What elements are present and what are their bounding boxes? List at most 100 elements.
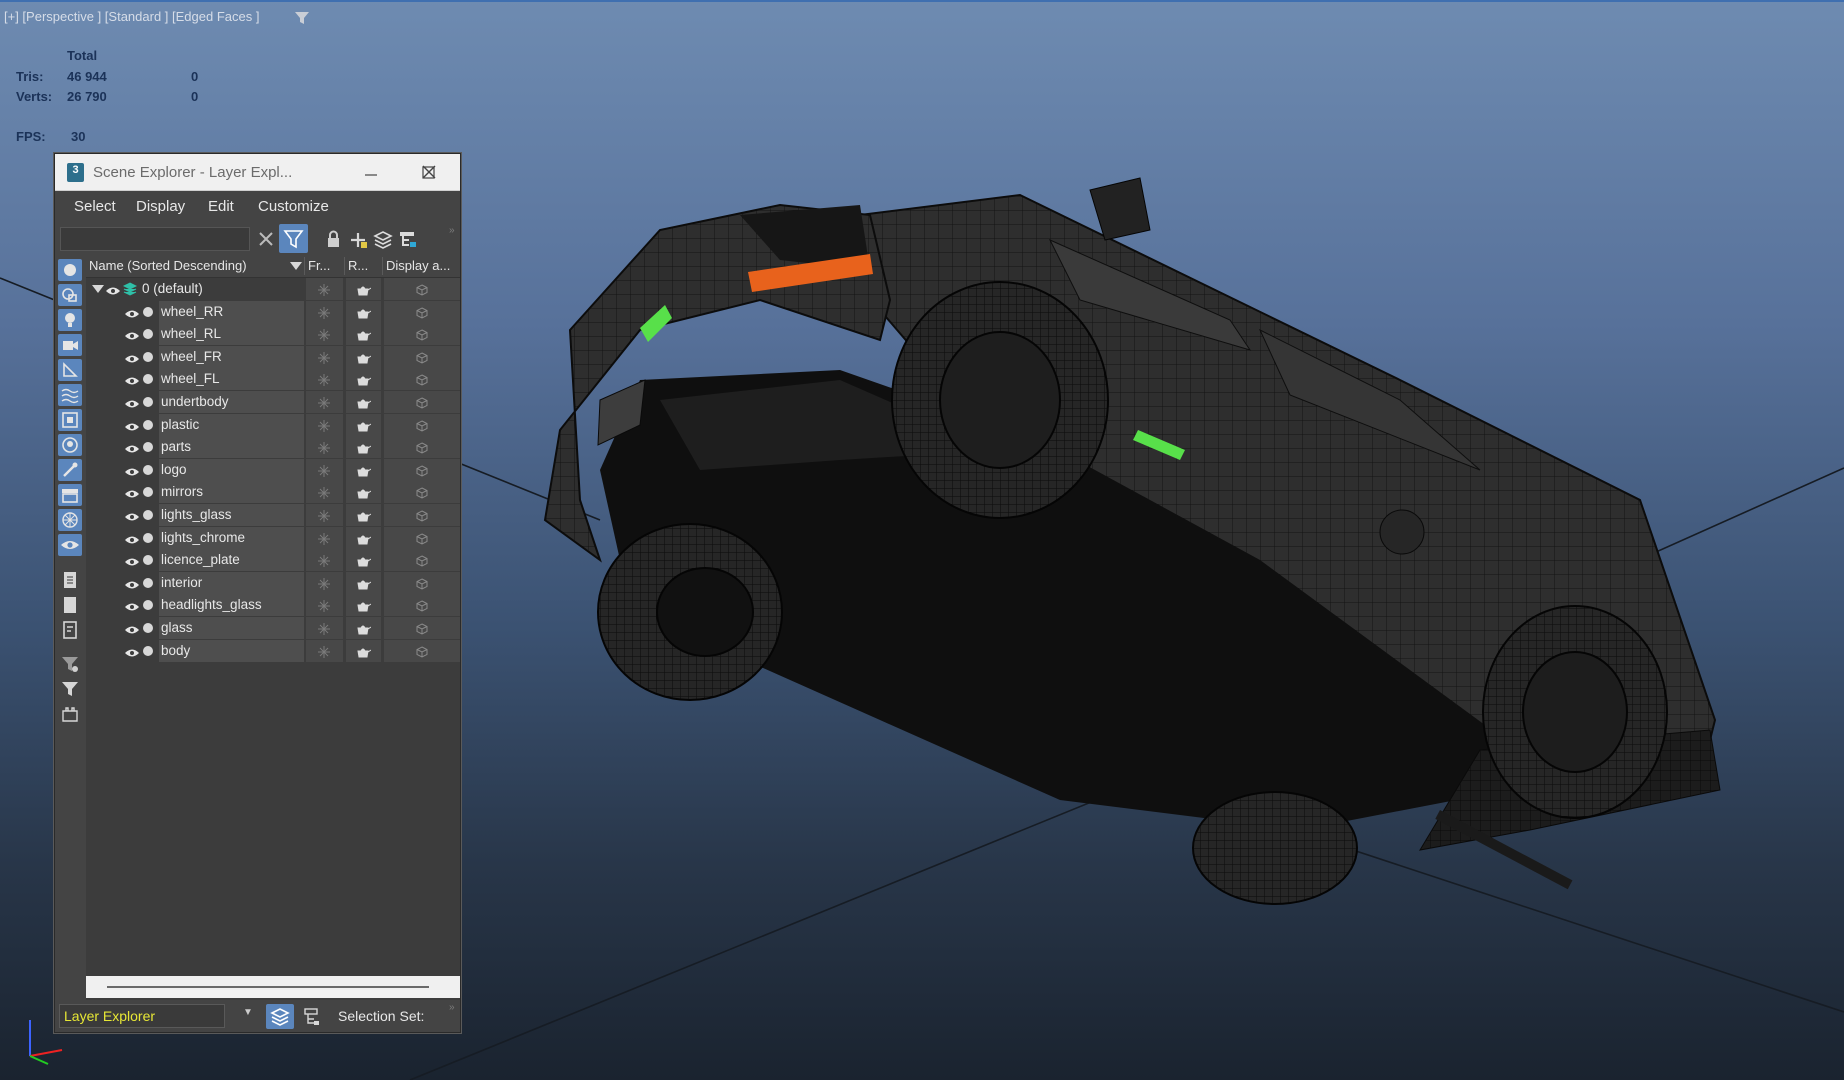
layer-row[interactable]: headlights_glass <box>86 594 460 617</box>
menu-edit[interactable]: Edit <box>208 198 234 215</box>
layer-name[interactable]: undertbody <box>161 394 229 409</box>
expand-arrow-icon[interactable] <box>92 285 104 294</box>
layer-name[interactable]: body <box>161 643 190 658</box>
filter-off-icon[interactable] <box>58 653 82 675</box>
render-teapot-icon[interactable] <box>355 645 372 663</box>
render-teapot-icon[interactable] <box>355 441 372 459</box>
layer-name[interactable]: mirrors <box>161 484 203 499</box>
visibility-eye-icon[interactable] <box>125 306 139 324</box>
lock-icon[interactable] <box>322 228 344 250</box>
freeze-snowflake-icon[interactable] <box>318 283 330 301</box>
toolbar-overflow-icon[interactable]: » <box>449 225 455 236</box>
render-teapot-icon[interactable] <box>355 396 372 414</box>
layer-name[interactable]: wheel_FR <box>161 349 222 364</box>
layer-name[interactable]: parts <box>161 439 191 454</box>
display-cube-icon[interactable] <box>416 645 428 663</box>
select-all-icon[interactable] <box>58 569 82 591</box>
layer-row[interactable]: body <box>86 639 460 663</box>
layer-row[interactable]: glass <box>86 617 460 639</box>
visible-icon[interactable] <box>58 534 82 556</box>
explorer-titlebar[interactable]: 3 Scene Explorer - Layer Expl... <box>55 154 460 191</box>
render-teapot-icon[interactable] <box>355 554 372 572</box>
invert-icon[interactable] <box>58 619 82 641</box>
add-layer-icon[interactable] <box>347 228 369 250</box>
layer-name[interactable]: headlights_glass <box>161 597 262 612</box>
spacewarp-icon[interactable] <box>58 384 82 406</box>
visibility-eye-icon[interactable] <box>106 283 120 301</box>
xref-icon[interactable] <box>58 434 82 456</box>
display-cube-icon[interactable] <box>416 419 428 437</box>
minimize-icon[interactable] <box>357 158 385 186</box>
close-icon[interactable] <box>415 158 443 186</box>
visibility-eye-icon[interactable] <box>125 577 139 595</box>
bottom-overflow-icon[interactable]: » <box>449 1002 455 1013</box>
render-teapot-icon[interactable] <box>355 283 372 301</box>
visibility-eye-icon[interactable] <box>125 554 139 572</box>
column-display-header[interactable]: Display a... <box>386 258 460 273</box>
render-teapot-icon[interactable] <box>355 599 372 617</box>
layer-row[interactable]: interior <box>86 571 460 595</box>
layer-row[interactable]: lights_chrome <box>86 526 460 550</box>
visibility-eye-icon[interactable] <box>125 532 139 550</box>
visibility-eye-icon[interactable] <box>125 396 139 414</box>
column-freeze-header[interactable]: Fr... <box>308 258 342 273</box>
header-separator[interactable] <box>382 257 383 275</box>
render-teapot-icon[interactable] <box>355 373 372 391</box>
freeze-snowflake-icon[interactable] <box>318 419 330 437</box>
layer-explorer-mode-button[interactable] <box>266 1004 294 1029</box>
display-cube-icon[interactable] <box>416 441 428 459</box>
visibility-eye-icon[interactable] <box>125 464 139 482</box>
bone-icon[interactable] <box>58 459 82 481</box>
column-name-header[interactable]: Name (Sorted Descending) <box>89 258 254 273</box>
render-teapot-icon[interactable] <box>355 622 372 640</box>
freeze-snowflake-icon[interactable] <box>318 577 330 595</box>
visibility-eye-icon[interactable] <box>125 486 139 504</box>
visibility-eye-icon[interactable] <box>125 599 139 617</box>
layer-name[interactable]: wheel_FL <box>161 371 220 386</box>
visibility-eye-icon[interactable] <box>125 373 139 391</box>
freeze-snowflake-icon[interactable] <box>318 396 330 414</box>
layer-color-dot[interactable] <box>143 510 153 520</box>
layer-name[interactable]: lights_chrome <box>161 530 245 545</box>
layer-name[interactable]: glass <box>161 620 193 635</box>
layer-tree[interactable]: Name (Sorted Descending) Fr... R... Disp… <box>86 255 460 1005</box>
layer-color-dot[interactable] <box>143 351 153 362</box>
display-cube-icon[interactable] <box>416 328 428 346</box>
scene-explorer-window[interactable]: 3 Scene Explorer - Layer Expl... Select … <box>54 153 461 1033</box>
freeze-snowflake-icon[interactable] <box>318 645 330 663</box>
layer-row[interactable]: wheel_FR <box>86 345 460 369</box>
layer-color-dot[interactable] <box>143 374 153 385</box>
freeze-snowflake-icon[interactable] <box>318 464 330 482</box>
layer-name[interactable]: wheel_RR <box>161 304 223 319</box>
visibility-eye-icon[interactable] <box>125 419 139 437</box>
display-cube-icon[interactable] <box>416 396 428 414</box>
header-separator[interactable] <box>344 257 345 275</box>
menu-customize[interactable]: Customize <box>258 198 329 215</box>
filter-icon[interactable] <box>58 678 82 700</box>
freeze-snowflake-icon[interactable] <box>318 532 330 550</box>
sort-descending-icon[interactable] <box>290 262 302 271</box>
header-separator[interactable] <box>304 257 305 275</box>
camera-icon[interactable] <box>58 334 82 356</box>
chevron-down-icon[interactable]: ▼ <box>243 1007 253 1018</box>
layer-color-dot[interactable] <box>143 464 153 475</box>
select-none-icon[interactable] <box>58 594 82 616</box>
render-teapot-icon[interactable] <box>355 306 372 324</box>
visibility-eye-icon[interactable] <box>125 351 139 369</box>
freeze-snowflake-icon[interactable] <box>318 306 330 324</box>
render-teapot-icon[interactable] <box>355 328 372 346</box>
render-teapot-icon[interactable] <box>355 577 372 595</box>
layer-row[interactable]: wheel_RR <box>86 300 460 324</box>
geometry-icon[interactable] <box>58 259 82 281</box>
helper-icon[interactable] <box>58 359 82 381</box>
group-icon[interactable] <box>58 409 82 431</box>
visibility-eye-icon[interactable] <box>125 622 139 640</box>
freeze-snowflake-icon[interactable] <box>318 599 330 617</box>
layer-row[interactable]: wheel_RL <box>86 323 460 346</box>
layers-stack-icon[interactable] <box>372 228 394 250</box>
filter-icon[interactable] <box>294 10 310 26</box>
visibility-eye-icon[interactable] <box>125 509 139 527</box>
selection-icon[interactable] <box>58 703 82 725</box>
layer-color-dot[interactable] <box>143 306 153 317</box>
layer-row[interactable]: mirrors <box>86 481 460 504</box>
